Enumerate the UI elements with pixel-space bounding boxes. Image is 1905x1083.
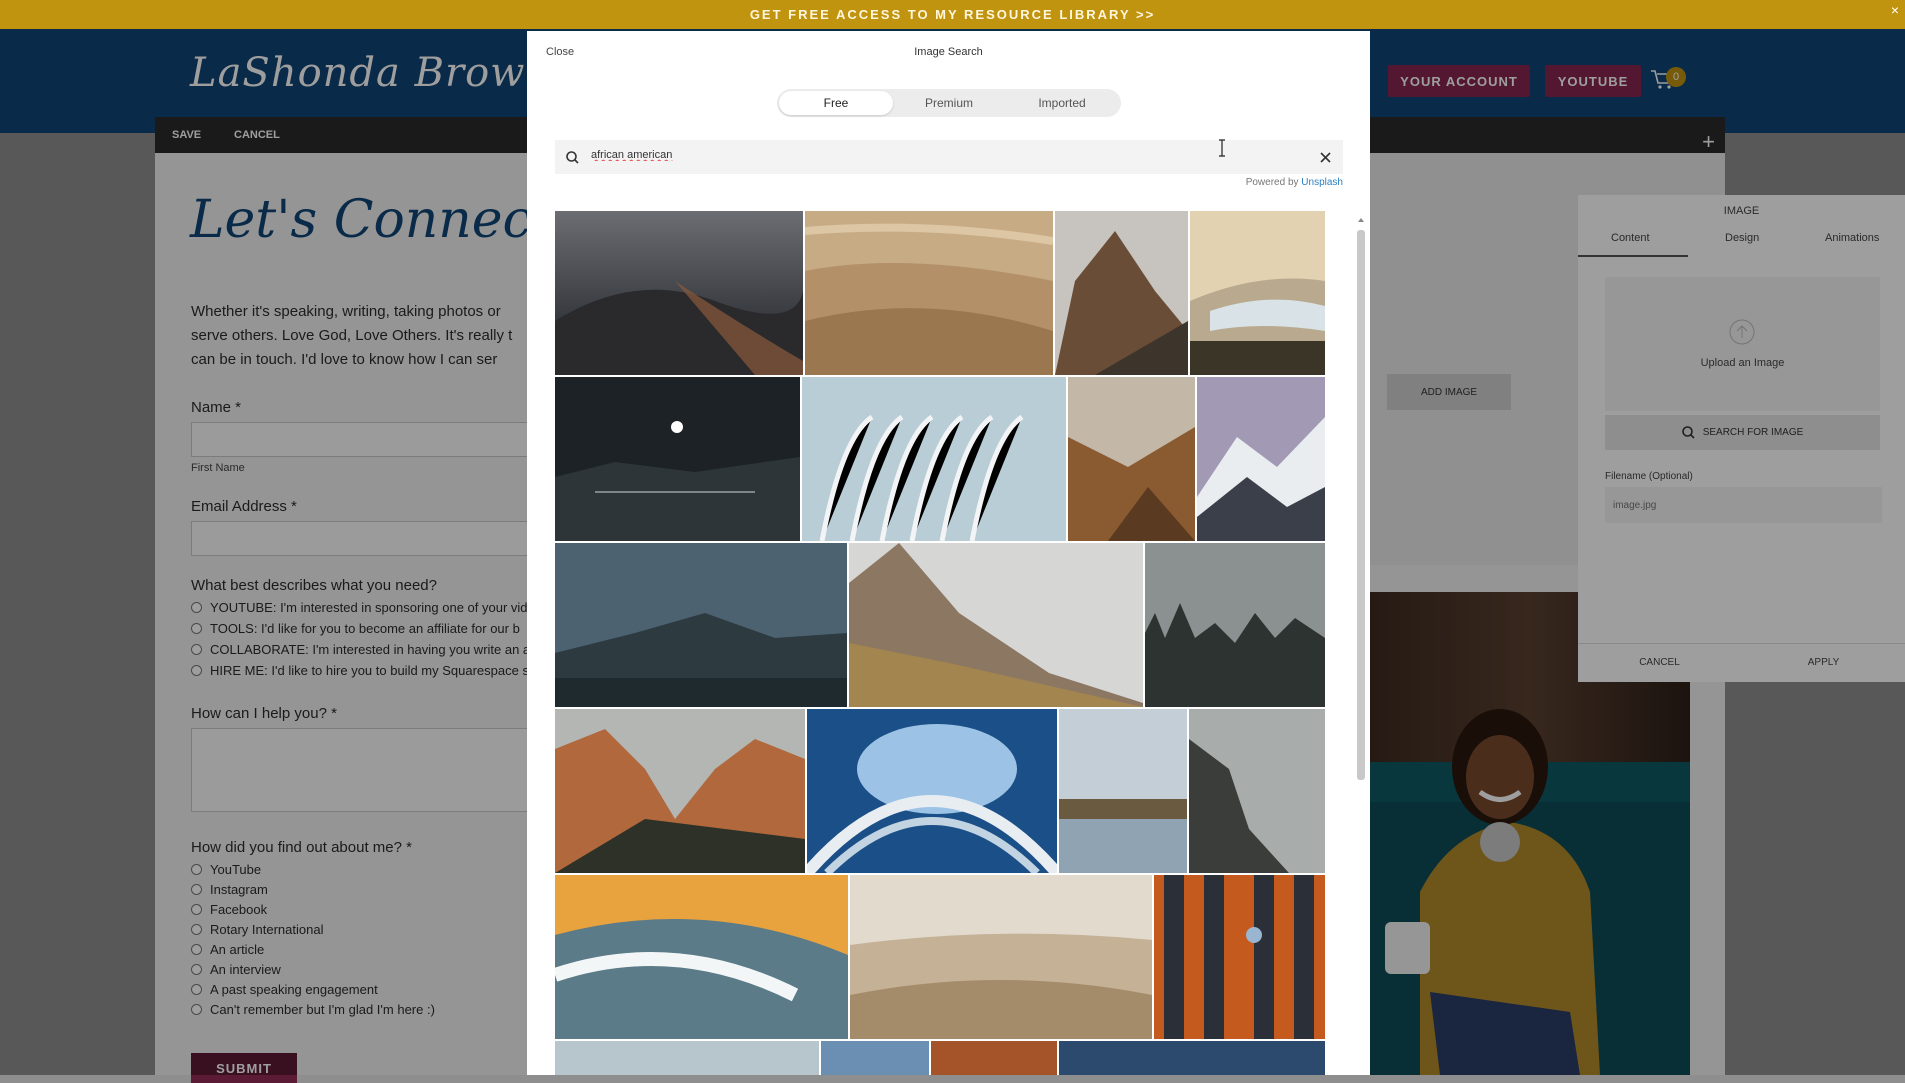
image-result[interactable] [555, 543, 847, 707]
image-result[interactable] [849, 543, 1143, 707]
image-results-grid [555, 211, 1325, 1075]
text-cursor-icon [1219, 139, 1225, 157]
tab-imported[interactable]: Imported [1005, 91, 1119, 115]
search-icon [566, 151, 579, 164]
results-scrollbar[interactable] [1355, 214, 1367, 1075]
image-result[interactable] [1059, 1041, 1325, 1075]
image-result[interactable] [931, 1041, 1057, 1075]
image-result[interactable] [821, 1041, 929, 1075]
announcement-bar[interactable]: GET FREE ACCESS TO MY RESOURCE LIBRARY >… [0, 0, 1905, 29]
source-tabs: Free Premium Imported [777, 89, 1121, 117]
tab-premium[interactable]: Premium [892, 91, 1006, 115]
image-result[interactable] [555, 875, 848, 1039]
modal-title: Image Search [914, 46, 983, 58]
image-result[interactable] [1068, 377, 1195, 541]
image-result[interactable] [1190, 211, 1325, 375]
image-result[interactable] [555, 377, 800, 541]
image-result[interactable] [555, 1041, 819, 1075]
unsplash-link[interactable]: Unsplash [1301, 177, 1343, 188]
image-result[interactable] [1055, 211, 1188, 375]
image-result[interactable] [555, 211, 803, 375]
powered-by: Powered by Unsplash [1000, 177, 1343, 188]
image-result[interactable] [1059, 709, 1187, 873]
image-search-input[interactable] [589, 148, 1193, 162]
tab-free[interactable]: Free [779, 91, 893, 115]
image-result[interactable] [805, 211, 1053, 375]
image-result[interactable] [802, 377, 1066, 541]
powered-by-label: Powered by [1245, 177, 1299, 188]
image-result[interactable] [555, 709, 805, 873]
announcement-text[interactable]: GET FREE ACCESS TO MY RESOURCE LIBRARY >… [750, 7, 1155, 22]
image-result[interactable] [1197, 377, 1325, 541]
clear-search-icon[interactable] [1320, 152, 1331, 163]
image-result[interactable] [850, 875, 1152, 1039]
image-result[interactable] [807, 709, 1057, 873]
image-result[interactable] [1145, 543, 1325, 707]
announcement-close-icon[interactable]: × [1891, 2, 1899, 18]
image-result[interactable] [1189, 709, 1325, 873]
image-result[interactable] [1154, 875, 1325, 1039]
